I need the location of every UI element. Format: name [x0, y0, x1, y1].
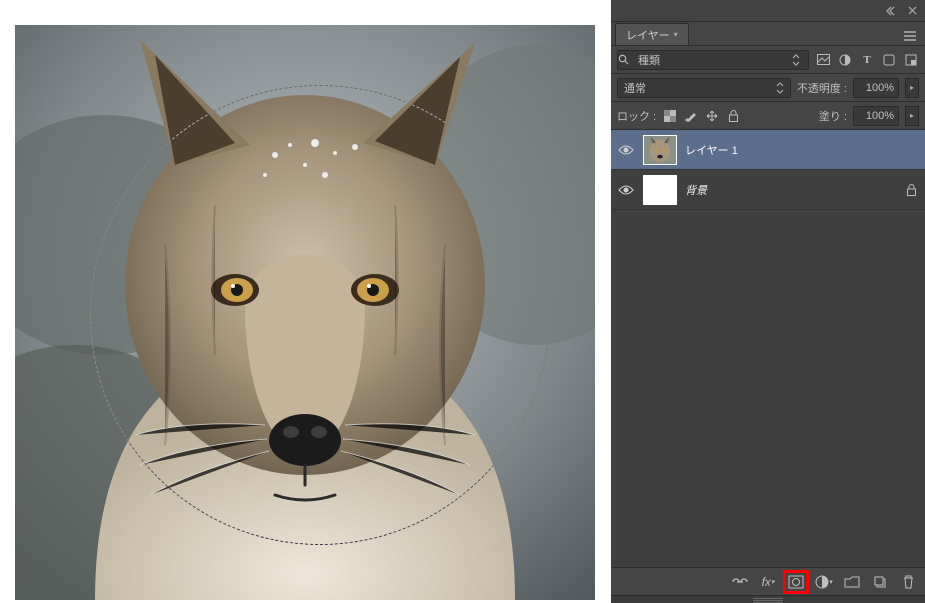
opacity-label: 不透明度 :: [797, 80, 847, 96]
add-layer-mask-icon[interactable]: [785, 572, 807, 592]
filter-kind-dropdown[interactable]: 種類: [617, 50, 809, 70]
fill-value-input[interactable]: 100%: [853, 106, 899, 126]
filter-smartobj-icon[interactable]: [903, 52, 919, 68]
lock-pixels-icon[interactable]: [683, 108, 699, 124]
tab-layers[interactable]: レイヤー ▾: [615, 23, 689, 45]
fill-label: 塗り :: [819, 108, 847, 124]
fill-flyout-icon[interactable]: ▸: [905, 106, 919, 126]
new-group-icon[interactable]: [841, 572, 863, 592]
panel-flyout-menu-icon[interactable]: [901, 27, 919, 45]
filter-type-icons: T: [815, 52, 919, 68]
panel-top-strip: [611, 0, 925, 22]
canvas-image: [15, 25, 595, 600]
lock-all-icon[interactable]: [725, 108, 741, 124]
visibility-toggle-icon[interactable]: [617, 141, 635, 159]
filter-kind-label: 種類: [638, 52, 792, 68]
filter-type-icon[interactable]: T: [859, 52, 875, 68]
tab-label: レイヤー: [626, 27, 670, 43]
layer-item-background[interactable]: 背景: [611, 170, 925, 210]
filter-pixel-icon[interactable]: [815, 52, 831, 68]
search-icon: [618, 54, 638, 65]
layer-thumbnail[interactable]: [643, 175, 677, 205]
delete-layer-icon[interactable]: [897, 572, 919, 592]
visibility-toggle-icon[interactable]: [617, 181, 635, 199]
opacity-flyout-icon[interactable]: ▸: [905, 78, 919, 98]
filter-shape-icon[interactable]: [881, 52, 897, 68]
layer-list: レイヤー 1 背景: [611, 130, 925, 567]
dropdown-arrows-icon: [792, 54, 808, 66]
lock-position-icon[interactable]: [704, 108, 720, 124]
lock-transparency-icon[interactable]: [662, 108, 678, 124]
layer-locked-icon: [903, 182, 919, 198]
blend-mode-label: 通常: [624, 80, 646, 96]
blend-mode-dropdown[interactable]: 通常: [617, 78, 791, 98]
layers-panel: レイヤー ▾ 種類 T: [611, 0, 925, 603]
filter-adjustment-icon[interactable]: [837, 52, 853, 68]
document-canvas[interactable]: [0, 0, 611, 603]
tab-dropdown-icon: ▾: [674, 30, 678, 39]
blend-mode-row: 通常 不透明度 : 100% ▸: [611, 74, 925, 102]
panel-tab-bar: レイヤー ▾: [611, 22, 925, 46]
dropdown-arrows-icon: [776, 82, 784, 94]
collapse-panel-icon[interactable]: [883, 4, 897, 18]
layer-fx-icon[interactable]: fx▾: [757, 572, 779, 592]
lock-row: ロック : 塗り : 100% ▸: [611, 102, 925, 130]
layer-thumbnail[interactable]: [643, 135, 677, 165]
layer-filter-row: 種類 T: [611, 46, 925, 74]
close-panel-icon[interactable]: [905, 4, 919, 18]
lock-label: ロック :: [617, 108, 656, 124]
new-adjustment-layer-icon[interactable]: ▾: [813, 572, 835, 592]
opacity-value-input[interactable]: 100%: [853, 78, 899, 98]
panel-body: 種類 T 通常 不透明度 : 100% ▸ ロック :: [611, 46, 925, 603]
panel-resize-grip[interactable]: [611, 595, 925, 603]
layer-item-layer1[interactable]: レイヤー 1: [611, 130, 925, 170]
layer-name[interactable]: レイヤー 1: [685, 142, 738, 158]
layer-name[interactable]: 背景: [685, 182, 707, 198]
link-layers-icon[interactable]: [729, 572, 751, 592]
new-layer-icon[interactable]: [869, 572, 891, 592]
panel-bottom-bar: fx▾ ▾: [611, 567, 925, 595]
